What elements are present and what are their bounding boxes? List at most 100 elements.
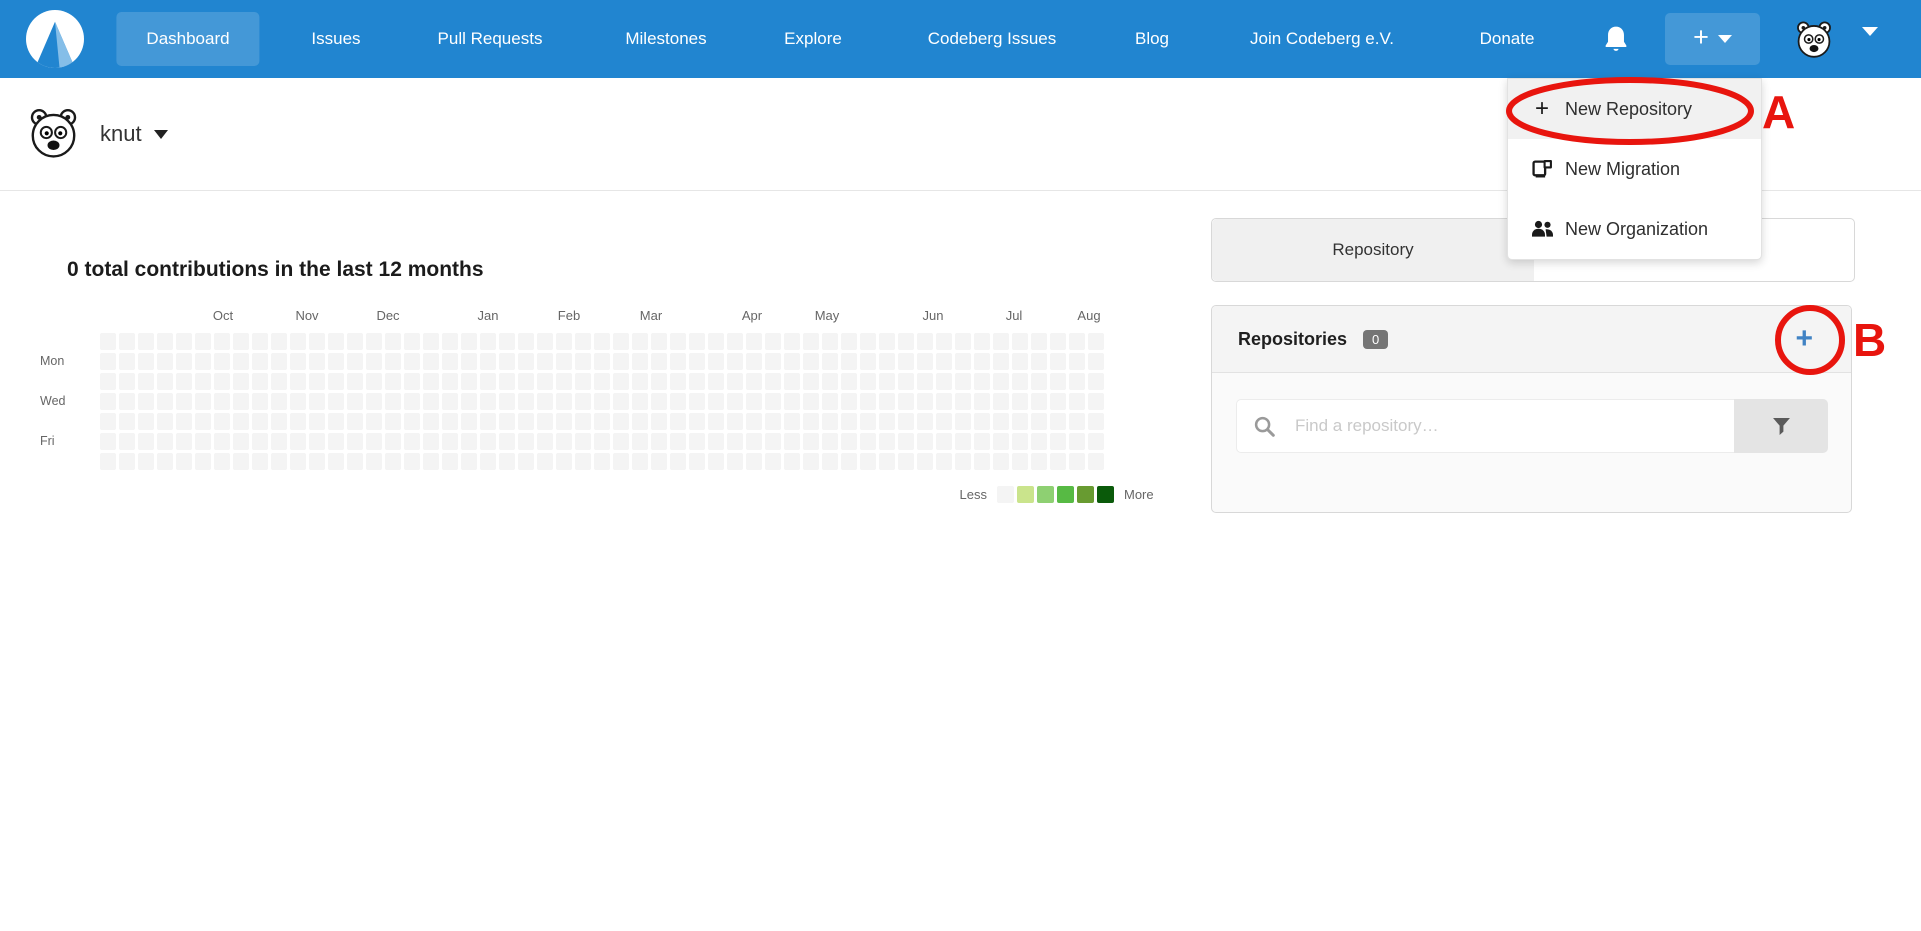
heatmap-cell <box>765 353 781 370</box>
heatmap-cell <box>860 333 876 350</box>
nav-item-codeberg-issues[interactable]: Codeberg Issues <box>928 0 1057 78</box>
nav-item-join-codeberg-e-v[interactable]: Join Codeberg e.V. <box>1250 0 1394 78</box>
heatmap-cell <box>651 393 667 410</box>
menu-item-new-organization[interactable]: New Organization <box>1508 199 1761 259</box>
repository-search-input[interactable] <box>1236 399 1734 453</box>
heatmap-cell <box>271 453 287 470</box>
user-menu-caret-icon[interactable] <box>1862 36 1878 54</box>
heatmap-cell <box>594 333 610 350</box>
heatmap-cell <box>423 353 439 370</box>
repositories-panel: Repositories 0 + All0SourcesForksMirrors… <box>1211 305 1852 513</box>
nav-item-donate[interactable]: Donate <box>1480 0 1535 78</box>
nav-item-pull-requests[interactable]: Pull Requests <box>438 0 543 78</box>
create-new-button[interactable]: + <box>1665 13 1760 65</box>
heatmap-cell <box>461 413 477 430</box>
heatmap-cell <box>841 353 857 370</box>
heatmap-cell <box>955 433 971 450</box>
username-label[interactable]: knut <box>100 121 142 147</box>
heatmap-cell <box>442 373 458 390</box>
heatmap-cell <box>689 353 705 370</box>
heatmap-cell <box>271 333 287 350</box>
heatmap-cell <box>594 373 610 390</box>
month-label-feb: Feb <box>558 308 580 323</box>
heatmap-cell <box>784 433 800 450</box>
heatmap-cell <box>765 453 781 470</box>
nav-item-blog[interactable]: Blog <box>1135 0 1169 78</box>
heatmap-cell <box>252 333 268 350</box>
legend-square-4 <box>1077 486 1094 503</box>
heatmap-cell <box>594 413 610 430</box>
heatmap-cell <box>746 453 762 470</box>
contributions-heatmap <box>100 333 1104 470</box>
heatmap-cell <box>993 393 1009 410</box>
heatmap-cell <box>860 373 876 390</box>
heatmap-cell <box>176 433 192 450</box>
heatmap-cell <box>499 413 515 430</box>
repository-filter-button[interactable] <box>1734 399 1828 453</box>
heatmap-cell <box>404 453 420 470</box>
new-repository-plus-button[interactable]: + <box>1795 324 1813 354</box>
heatmap-cell <box>784 353 800 370</box>
heatmap-cell <box>955 413 971 430</box>
heatmap-cell <box>689 433 705 450</box>
plus-icon: + <box>1693 24 1709 51</box>
dashboard-screen: Dashboard Issues Pull Requests Milestones Ex… <box>0 0 1921 931</box>
heatmap-cell <box>708 373 724 390</box>
heatmap-cell <box>727 433 743 450</box>
heatmap-cell <box>708 433 724 450</box>
heatmap-cell <box>385 453 401 470</box>
heatmap-cell <box>575 373 591 390</box>
nav-item-explore[interactable]: Explore <box>784 0 842 78</box>
codeberg-logo-icon[interactable] <box>26 10 84 68</box>
heatmap-cell <box>879 333 895 350</box>
heatmap-cell <box>366 373 382 390</box>
heatmap-cell <box>765 433 781 450</box>
notifications-bell-icon[interactable] <box>1603 0 1629 78</box>
heatmap-cell <box>385 413 401 430</box>
menu-item-label: New Repository <box>1565 99 1692 120</box>
tab-repository[interactable]: Repository <box>1212 219 1534 281</box>
menu-item-new-repository[interactable]: +New Repository <box>1508 79 1761 139</box>
menu-item-new-migration[interactable]: New Migration <box>1508 139 1761 199</box>
heatmap-cell <box>613 413 629 430</box>
heatmap-cell <box>784 373 800 390</box>
heatmap-cell <box>176 413 192 430</box>
heatmap-cell <box>461 433 477 450</box>
heatmap-cell <box>366 433 382 450</box>
heatmap-cell <box>708 453 724 470</box>
profile-avatar[interactable] <box>28 107 79 158</box>
heatmap-cell <box>214 453 230 470</box>
navbar-user-avatar[interactable] <box>1795 20 1833 58</box>
legend-square-0 <box>997 486 1014 503</box>
month-label-jun: Jun <box>923 308 944 323</box>
heatmap-cell <box>974 373 990 390</box>
heatmap-cell <box>537 353 553 370</box>
heatmap-cell <box>993 353 1009 370</box>
heatmap-cell <box>575 353 591 370</box>
heatmap-cell <box>974 433 990 450</box>
heatmap-cell <box>252 453 268 470</box>
heatmap-cell <box>461 453 477 470</box>
heatmap-cell <box>499 453 515 470</box>
heatmap-cell <box>1088 333 1104 350</box>
context-switch-caret-icon[interactable] <box>154 130 168 139</box>
heatmap-cell <box>936 413 952 430</box>
heatmap-cell <box>670 393 686 410</box>
heatmap-cell <box>138 413 154 430</box>
heatmap-cell <box>119 393 135 410</box>
heatmap-cell <box>119 413 135 430</box>
heatmap-cell <box>1031 453 1047 470</box>
top-navbar: Dashboard Issues Pull Requests Milestones Ex… <box>0 0 1921 78</box>
heatmap-cell <box>670 433 686 450</box>
heatmap-cell <box>689 393 705 410</box>
heatmap-cell <box>993 333 1009 350</box>
nav-item-issues[interactable]: Issues <box>311 0 360 78</box>
nav-item-milestones[interactable]: Milestones <box>625 0 706 78</box>
heatmap-cell <box>480 453 496 470</box>
nav-item-dashboard[interactable]: Dashboard <box>116 12 259 66</box>
heatmap-cell <box>271 433 287 450</box>
repositories-count-badge: 0 <box>1363 330 1388 349</box>
heatmap-cell <box>613 393 629 410</box>
heatmap-cell <box>499 433 515 450</box>
heatmap-cell <box>518 433 534 450</box>
